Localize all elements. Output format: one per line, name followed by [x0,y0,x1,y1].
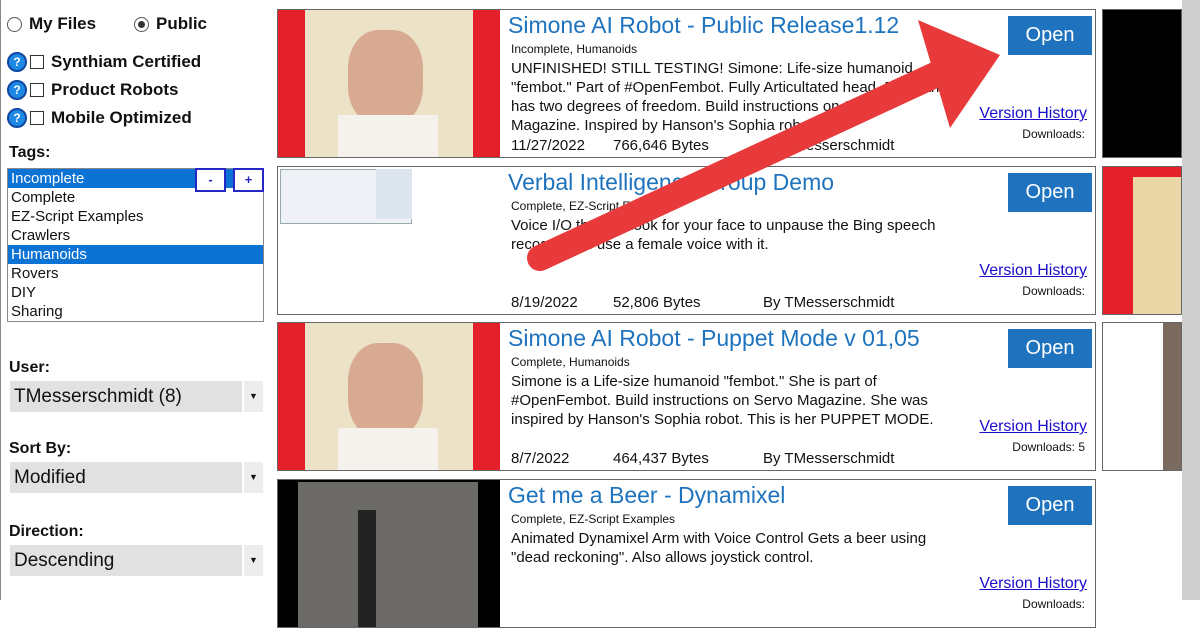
red-arrow-annotation [527,20,1000,271]
